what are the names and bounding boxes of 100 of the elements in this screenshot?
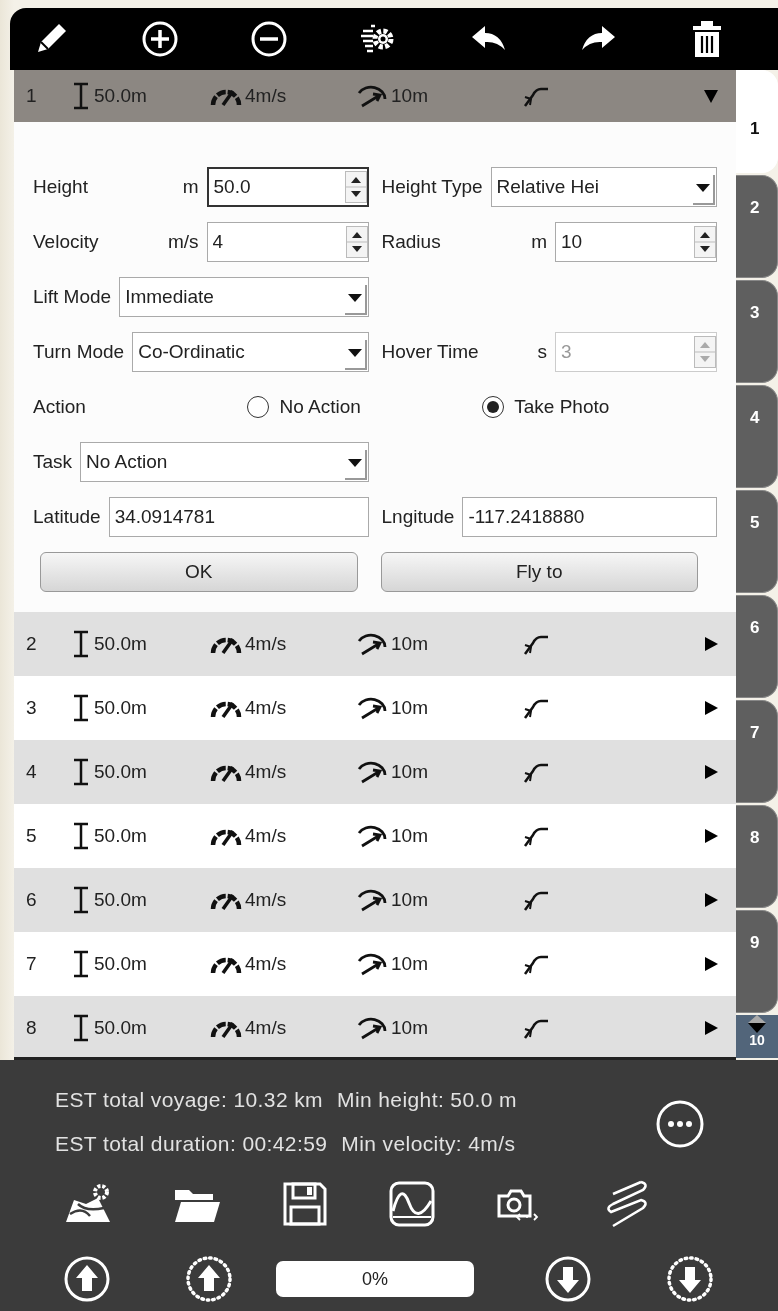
minus-circle-icon[interactable] bbox=[250, 20, 288, 58]
number-field[interactable]: 4 bbox=[206, 222, 369, 262]
unit-label: m bbox=[182, 176, 199, 198]
radius-value: 10m bbox=[391, 633, 428, 655]
waypoint-row[interactable]: 2 50.0m 4m/s 10m bbox=[14, 612, 736, 676]
dropdown[interactable]: No Action bbox=[80, 442, 369, 482]
field-label: Task bbox=[33, 451, 73, 473]
field-label: Height bbox=[33, 176, 89, 198]
summary-text: Min height: 50.0 m bbox=[337, 1088, 517, 1112]
radius-value: 10m bbox=[391, 85, 428, 107]
field-label: Lngitude bbox=[381, 506, 455, 528]
height-icon bbox=[72, 886, 90, 914]
caret-right-icon[interactable] bbox=[704, 892, 718, 908]
radio-label[interactable]: Take Photo bbox=[514, 396, 610, 418]
text-field[interactable]: 34.0914781 bbox=[108, 497, 369, 537]
page-tab[interactable]: 4 bbox=[736, 385, 778, 488]
upload-dotted-icon[interactable] bbox=[184, 1254, 234, 1304]
radius-arrow-icon bbox=[356, 952, 388, 976]
scroll-down-icon[interactable] bbox=[746, 1023, 768, 1033]
unit-label: m bbox=[531, 231, 547, 253]
height-icon bbox=[72, 630, 90, 658]
trash-icon[interactable] bbox=[690, 19, 724, 59]
form-button[interactable]: Fly to bbox=[380, 552, 698, 592]
unit-label: s bbox=[537, 341, 547, 363]
height-value: 50.0m bbox=[94, 697, 147, 719]
field-label: Action bbox=[33, 396, 87, 418]
velocity-value: 4m/s bbox=[245, 1017, 287, 1039]
waypoint-row[interactable]: 6 50.0m 4m/s 10m bbox=[14, 868, 736, 932]
page-tab[interactable]: 5 bbox=[736, 490, 778, 593]
page-tab[interactable]: 10 bbox=[749, 1033, 765, 1047]
height-value: 50.0m bbox=[94, 761, 147, 783]
caret-right-icon[interactable] bbox=[704, 956, 718, 972]
stepper-icon[interactable] bbox=[344, 171, 367, 203]
radius-arrow-icon bbox=[356, 888, 388, 912]
upload-icon[interactable] bbox=[62, 1254, 112, 1304]
height-value: 50.0m bbox=[94, 633, 147, 655]
radius-arrow-icon bbox=[356, 760, 388, 784]
radio-button[interactable] bbox=[482, 396, 505, 418]
page-tab[interactable]: 9 bbox=[736, 910, 778, 1013]
scroll-up-icon[interactable] bbox=[746, 1015, 768, 1023]
waypoint-row[interactable]: 1 50.0m 4m/s 10m bbox=[14, 70, 736, 122]
download-icon[interactable] bbox=[543, 1254, 593, 1304]
waypoint-row[interactable]: 4 50.0m 4m/s 10m bbox=[14, 740, 736, 804]
page-tab[interactable]: 8 bbox=[736, 805, 778, 908]
velocity-value: 4m/s bbox=[245, 761, 287, 783]
dropdown[interactable]: Immediate bbox=[119, 277, 369, 317]
text-field[interactable]: -117.2418880 bbox=[462, 497, 717, 537]
height-value: 50.0m bbox=[94, 889, 147, 911]
height-icon bbox=[72, 950, 90, 978]
caret-right-icon[interactable] bbox=[704, 1020, 718, 1036]
number-field[interactable]: 50.0 bbox=[206, 167, 369, 207]
height-value: 50.0m bbox=[94, 85, 147, 107]
chart-icon[interactable] bbox=[389, 1181, 435, 1227]
height-value: 50.0m bbox=[94, 1017, 147, 1039]
dropdown[interactable]: Co-Ordinatic bbox=[132, 332, 369, 372]
waypoint-number: 5 bbox=[25, 825, 38, 847]
stepper-icon[interactable] bbox=[694, 226, 716, 258]
caret-right-icon[interactable] bbox=[704, 636, 718, 652]
velocity-value: 4m/s bbox=[245, 85, 287, 107]
save-icon[interactable] bbox=[282, 1181, 328, 1227]
page-tab[interactable]: 7 bbox=[736, 700, 778, 803]
page-tab[interactable]: 3 bbox=[736, 280, 778, 383]
waypoint-number: 7 bbox=[25, 953, 38, 975]
caret-right-icon[interactable] bbox=[704, 764, 718, 780]
radio-button[interactable] bbox=[247, 396, 270, 418]
radius-arrow-icon bbox=[356, 84, 388, 108]
radius-value: 10m bbox=[391, 889, 428, 911]
velocity-value: 4m/s bbox=[245, 825, 287, 847]
page-tab[interactable]: 1 bbox=[736, 70, 778, 173]
page-tab[interactable]: 2 bbox=[736, 175, 778, 278]
caret-right-icon[interactable] bbox=[704, 700, 718, 716]
download-dotted-icon[interactable] bbox=[665, 1254, 715, 1304]
field-label: Latitude bbox=[33, 506, 101, 528]
radius-arrow-icon bbox=[356, 696, 388, 720]
progress-text: 0% bbox=[362, 1268, 388, 1290]
field-label: Radius bbox=[381, 231, 442, 253]
radio-label[interactable]: No Action bbox=[279, 396, 361, 418]
page-tab[interactable]: 6 bbox=[736, 595, 778, 698]
form-button[interactable]: OK bbox=[40, 552, 358, 592]
height-icon bbox=[72, 1014, 90, 1042]
waypoint-row[interactable]: 8 50.0m 4m/s 10m bbox=[14, 996, 736, 1057]
waypoint-number: 2 bbox=[25, 633, 38, 655]
plus-circle-icon[interactable] bbox=[141, 20, 179, 58]
field-label: Lift Mode bbox=[33, 286, 112, 308]
radius-arrow-icon bbox=[356, 824, 388, 848]
radius-value: 10m bbox=[391, 825, 428, 847]
number-field[interactable]: 10 bbox=[555, 222, 717, 262]
height-icon bbox=[72, 82, 90, 110]
waypoint-number: 4 bbox=[25, 761, 38, 783]
caret-right-icon[interactable] bbox=[704, 828, 718, 844]
radius-value: 10m bbox=[391, 761, 428, 783]
height-icon bbox=[72, 694, 90, 722]
height-value: 50.0m bbox=[94, 825, 147, 847]
summary-text: EST total duration: 00:42:59 bbox=[55, 1132, 328, 1156]
height-icon bbox=[72, 822, 90, 850]
stepper-icon[interactable] bbox=[345, 226, 368, 258]
velocity-value: 4m/s bbox=[245, 633, 287, 655]
more-icon[interactable] bbox=[655, 1099, 705, 1149]
waypoint-number: 1 bbox=[25, 85, 38, 107]
dropdown[interactable]: Relative Hei bbox=[490, 167, 717, 207]
